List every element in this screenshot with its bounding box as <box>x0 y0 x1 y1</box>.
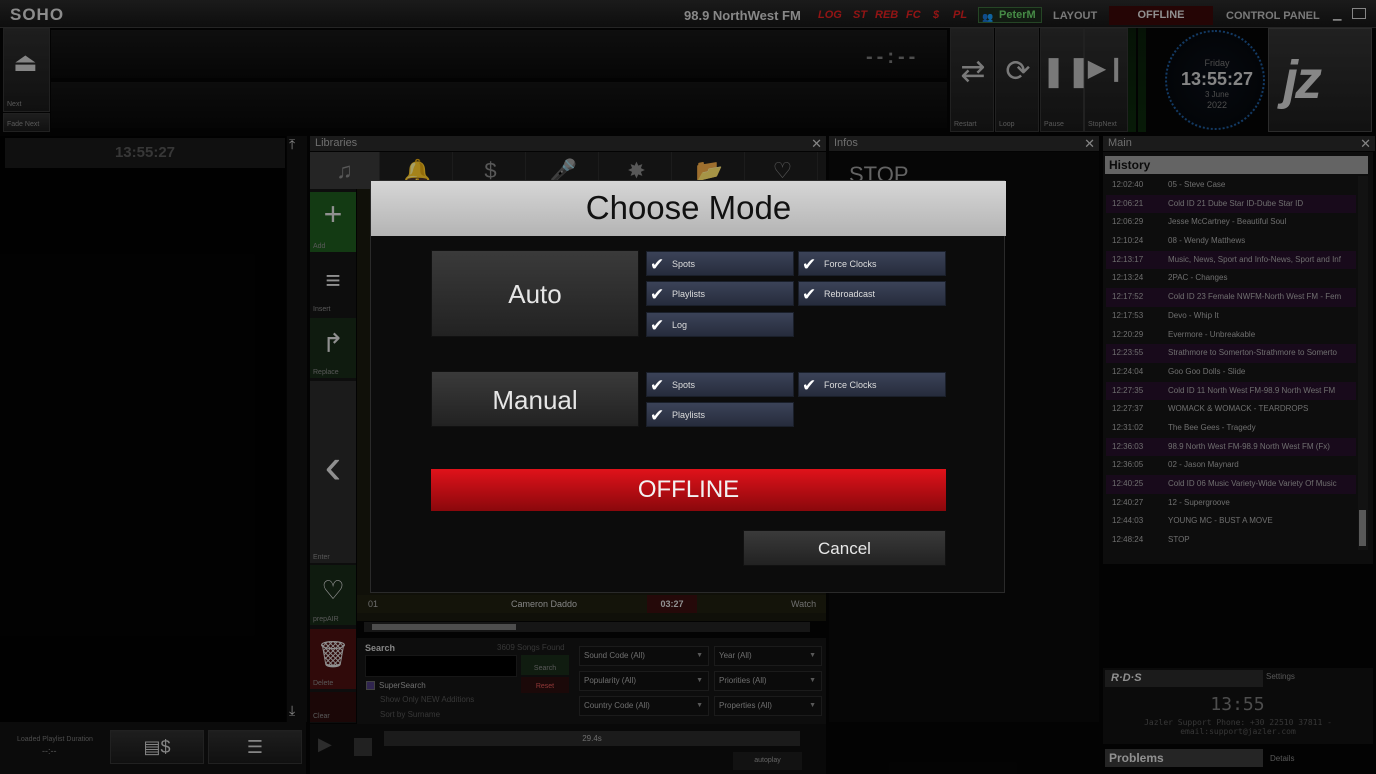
offline-mode-button[interactable]: OFFLINE <box>431 469 946 511</box>
dialog-header: Choose Mode <box>371 181 1006 236</box>
option-label: Log <box>672 320 688 330</box>
manual-mode-button[interactable]: Manual <box>431 371 639 427</box>
checkmark-icon: ✔ <box>650 285 665 304</box>
option-label: Spots <box>672 259 696 269</box>
option-label: Spots <box>672 380 696 390</box>
manual-option-playlists[interactable]: ✔ Playlists <box>646 402 794 427</box>
auto-option-rebroadcast[interactable]: ✔ Rebroadcast <box>798 281 946 306</box>
auto-option-spots[interactable]: ✔ Spots <box>646 251 794 276</box>
option-label: Force Clocks <box>824 380 877 390</box>
checkmark-icon: ✔ <box>650 406 665 425</box>
option-label: Playlists <box>672 410 706 420</box>
checkmark-icon: ✔ <box>650 255 665 274</box>
auto-option-log[interactable]: ✔ Log <box>646 312 794 337</box>
auto-option-force-clocks[interactable]: ✔ Force Clocks <box>798 251 946 276</box>
dialog-title: Choose Mode <box>585 189 792 226</box>
checkmark-icon: ✔ <box>650 376 665 395</box>
option-label: Force Clocks <box>824 259 877 269</box>
option-label: Playlists <box>672 289 706 299</box>
checkmark-icon: ✔ <box>650 316 665 335</box>
manual-option-force-clocks[interactable]: ✔ Force Clocks <box>798 372 946 397</box>
choose-mode-dialog: Choose Mode Auto ✔ Spots ✔ Force Clocks ✔ P… <box>370 180 1006 593</box>
manual-option-spots[interactable]: ✔ Spots <box>646 372 794 397</box>
option-label: Rebroadcast <box>824 289 876 299</box>
cancel-button[interactable]: Cancel <box>743 530 946 566</box>
auto-mode-button[interactable]: Auto <box>431 250 639 337</box>
auto-option-playlists[interactable]: ✔ Playlists <box>646 281 794 306</box>
checkmark-icon: ✔ <box>802 255 817 274</box>
checkmark-icon: ✔ <box>802 285 817 304</box>
checkmark-icon: ✔ <box>802 376 817 395</box>
